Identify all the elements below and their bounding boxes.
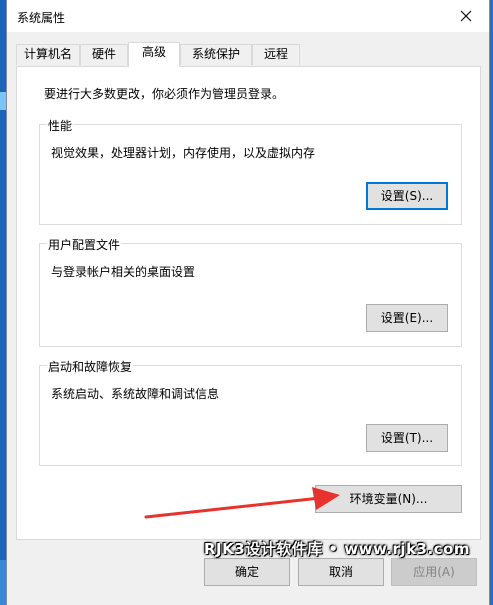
admin-note: 要进行大多数更改，你必须作为管理员登录。 (44, 87, 285, 101)
tab-remote[interactable]: 远程 (252, 44, 300, 65)
tab-hardware[interactable]: 硬件 (80, 44, 128, 65)
window-title: 系统属性 (17, 11, 66, 25)
title-bar[interactable]: 系统属性 (7, 0, 489, 32)
user-profiles-description: 与登录帐户相关的桌面设置 (51, 265, 196, 279)
red-arrow-annotation (144, 487, 340, 519)
user-profiles-group-title: 用户配置文件 (47, 236, 122, 253)
apply-button[interactable]: 应用(A) (391, 558, 477, 586)
system-properties-dialog: 系统属性 计算机名 硬件 高级 系统保护 远程 要进行大多数更改，你必须作为管理… (6, 0, 490, 605)
performance-description: 视觉效果，处理器计划，内存使用，以及虚拟内存 (51, 146, 316, 160)
tab-strip: 计算机名 硬件 高级 系统保护 远程 (16, 42, 481, 67)
cancel-button[interactable]: 取消 (298, 558, 384, 586)
performance-group: 性能 视觉效果，处理器计划，内存使用，以及虚拟内存 设置(S)... (39, 117, 462, 225)
user-profiles-group: 用户配置文件 与登录帐户相关的桌面设置 设置(E)... (39, 236, 462, 347)
watermark-text: RJK3设计软件库 • www.rjk3.com (204, 540, 471, 558)
startup-recovery-description: 系统启动、系统故障和调试信息 (51, 387, 220, 401)
startup-recovery-settings-button[interactable]: 设置(T)... (366, 424, 448, 452)
tab-computer-name[interactable]: 计算机名 (16, 44, 80, 65)
startup-recovery-group-title: 启动和故障恢复 (47, 358, 134, 375)
tab-system-protection[interactable]: 系统保护 (180, 44, 252, 65)
advanced-tab-panel: 要进行大多数更改，你必须作为管理员登录。 性能 视觉效果，处理器计划，内存使用，… (16, 66, 481, 540)
performance-settings-button[interactable]: 设置(S)... (366, 182, 448, 210)
performance-group-title: 性能 (47, 117, 74, 134)
close-icon (460, 10, 472, 22)
startup-recovery-group: 启动和故障恢复 系统启动、系统故障和调试信息 设置(T)... (39, 358, 462, 466)
close-button[interactable] (443, 0, 489, 32)
user-profiles-settings-button[interactable]: 设置(E)... (366, 304, 448, 332)
tab-advanced[interactable]: 高级 (128, 42, 180, 67)
ok-button[interactable]: 确定 (204, 558, 290, 586)
